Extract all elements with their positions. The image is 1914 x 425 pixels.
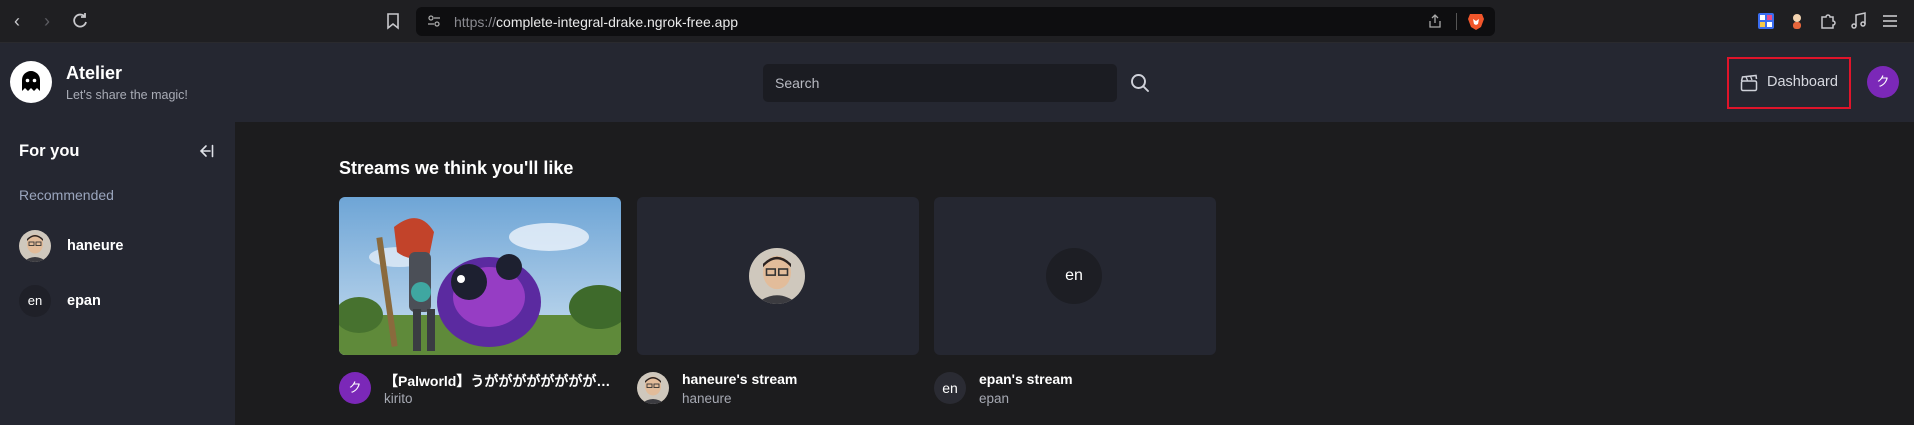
- app-name: Atelier: [66, 63, 123, 83]
- address-separator: [1456, 13, 1457, 30]
- stream-title[interactable]: 【Palworld】うがががががががががが: [384, 371, 616, 391]
- sidebar-item-label: epan: [67, 293, 101, 309]
- app-logo[interactable]: [10, 61, 52, 103]
- user-avatar[interactable]: ク: [1867, 66, 1899, 98]
- streamer-avatar[interactable]: ク: [339, 372, 371, 404]
- avatar: en: [19, 285, 51, 317]
- brave-shield-icon[interactable]: [1467, 12, 1485, 31]
- media-music-icon[interactable]: [1849, 11, 1869, 31]
- stream-title[interactable]: epan's stream: [979, 371, 1211, 387]
- avatar: [19, 230, 51, 262]
- search-input[interactable]: [763, 64, 1117, 102]
- streamer-avatar-large: en: [1046, 248, 1102, 304]
- person-photo-icon: [637, 372, 669, 404]
- streamer-name[interactable]: kirito: [384, 391, 413, 406]
- ghost-logo-icon: [22, 71, 40, 91]
- sidebar-item-label: haneure: [67, 238, 124, 254]
- streamer-name[interactable]: haneure: [682, 391, 732, 406]
- extension-figure-icon[interactable]: [1787, 11, 1807, 31]
- app-tagline: Let's share the magic!: [66, 88, 188, 102]
- sidebar-item-epan[interactable]: en epan: [19, 285, 219, 319]
- forward-icon[interactable]: ›: [36, 10, 58, 32]
- streamer-avatar-large: [749, 248, 805, 304]
- stream-thumbnail[interactable]: en: [934, 197, 1216, 355]
- site-settings-icon[interactable]: [426, 13, 442, 29]
- sidebar-title: For you: [19, 142, 80, 160]
- dashboard-label: Dashboard: [1767, 74, 1838, 90]
- sidebar: For you Recommended haneure en epan: [0, 122, 235, 425]
- browser-menu-icon[interactable]: [1880, 11, 1900, 31]
- app-header: Atelier Let's share the magic! Dashboard…: [0, 43, 1914, 122]
- stream-thumbnail[interactable]: [339, 197, 621, 355]
- sidebar-section-recommended: Recommended: [19, 187, 114, 203]
- url-host: complete-integral-drake.ngrok-free.app: [496, 14, 739, 30]
- back-icon[interactable]: ‹: [6, 10, 28, 32]
- section-title: Streams we think you'll like: [339, 158, 574, 178]
- collapse-sidebar-icon[interactable]: [197, 142, 215, 160]
- streamer-name[interactable]: epan: [979, 391, 1009, 406]
- bookmark-icon[interactable]: [383, 11, 403, 31]
- person-photo-icon: [19, 230, 51, 262]
- game-scene-thumbnail: [339, 197, 621, 355]
- clapperboard-icon: [1740, 74, 1758, 92]
- main-content: Streams we think you'll like ク 【Palworld…: [235, 122, 1914, 425]
- person-photo-icon: [749, 248, 805, 304]
- reload-icon[interactable]: [70, 11, 90, 31]
- streamer-avatar[interactable]: en: [934, 372, 966, 404]
- browser-toolbar: ‹ › https://complete-integral-drake.ngro…: [0, 0, 1914, 43]
- share-icon[interactable]: [1427, 13, 1443, 29]
- stream-title[interactable]: haneure's stream: [682, 371, 914, 387]
- extension-grid-icon[interactable]: [1756, 11, 1776, 31]
- url-text: https://complete-integral-drake.ngrok-fr…: [454, 14, 738, 30]
- url-protocol: https://: [454, 14, 497, 30]
- streamer-avatar[interactable]: [637, 372, 669, 404]
- stream-thumbnail[interactable]: [637, 197, 919, 355]
- sidebar-item-haneure[interactable]: haneure: [19, 230, 219, 264]
- dashboard-button[interactable]: Dashboard: [1727, 57, 1851, 109]
- address-bar[interactable]: https://complete-integral-drake.ngrok-fr…: [416, 7, 1495, 36]
- search-icon[interactable]: [1128, 71, 1152, 95]
- extensions-puzzle-icon[interactable]: [1818, 11, 1838, 31]
